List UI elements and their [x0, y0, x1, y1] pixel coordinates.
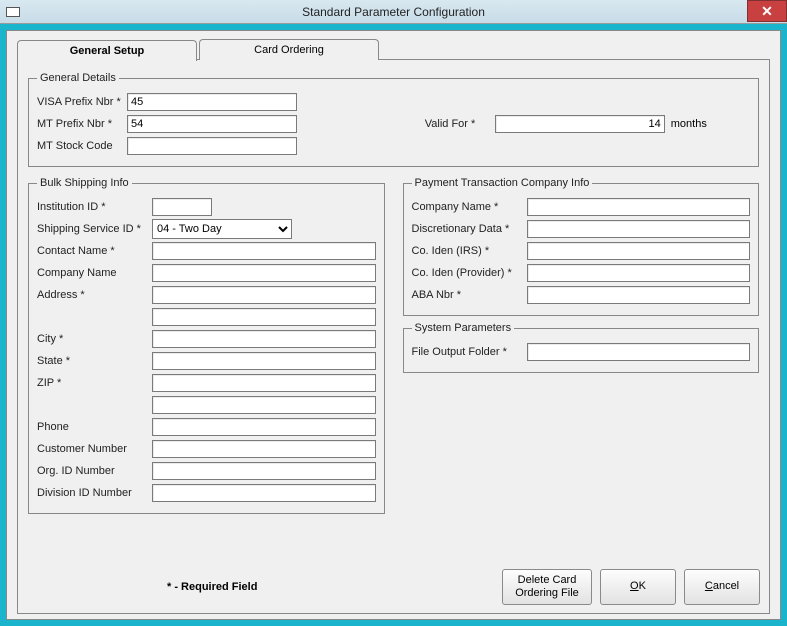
contact-name-input[interactable] — [152, 242, 376, 260]
window-title: Standard Parameter Configuration — [0, 5, 787, 19]
shipping-service-label: Shipping Service ID * — [37, 223, 152, 235]
general-details-group: General Details VISA Prefix Nbr * MT Pre… — [28, 72, 759, 167]
org-id-label: Org. ID Number — [37, 465, 152, 477]
mt-stock-input[interactable] — [127, 137, 297, 155]
aba-nbr-input[interactable] — [527, 286, 751, 304]
aba-nbr-label: ABA Nbr * — [412, 289, 527, 301]
mt-stock-label: MT Stock Code — [37, 140, 127, 152]
valid-for-input[interactable] — [495, 115, 665, 133]
co-iden-irs-label: Co. Iden (IRS) * — [412, 245, 527, 257]
valid-for-suffix: months — [671, 118, 707, 130]
institution-id-input[interactable] — [152, 198, 212, 216]
required-field-note: * - Required Field — [167, 581, 257, 593]
division-id-label: Division ID Number — [37, 487, 152, 499]
delete-card-ordering-file-button[interactable]: Delete Card Ordering File — [502, 569, 592, 605]
company-name-label: Company Name — [37, 267, 152, 279]
zip-input[interactable] — [152, 374, 376, 392]
city-input[interactable] — [152, 330, 376, 348]
co-iden-provider-input[interactable] — [527, 264, 751, 282]
file-output-folder-label: File Output Folder * — [412, 346, 527, 358]
payment-company-group: Payment Transaction Company Info Company… — [403, 177, 760, 316]
zip2-input[interactable] — [152, 396, 376, 414]
company-name-input[interactable] — [152, 264, 376, 282]
discretionary-data-label: Discretionary Data * — [412, 223, 527, 235]
address-input[interactable] — [152, 286, 376, 304]
general-details-legend: General Details — [37, 72, 119, 84]
phone-label: Phone — [37, 421, 152, 433]
shipping-service-select[interactable]: 04 - Two Day — [152, 219, 292, 239]
tab-page-general: General Details VISA Prefix Nbr * MT Pre… — [17, 59, 770, 614]
visa-prefix-input[interactable] — [127, 93, 297, 111]
address2-input[interactable] — [152, 308, 376, 326]
co-iden-provider-label: Co. Iden (Provider) * — [412, 267, 527, 279]
customer-number-input[interactable] — [152, 440, 376, 458]
state-label: State * — [37, 355, 152, 367]
bulk-shipping-legend: Bulk Shipping Info — [37, 177, 132, 189]
division-id-input[interactable] — [152, 484, 376, 502]
phone-input[interactable] — [152, 418, 376, 436]
bulk-shipping-group: Bulk Shipping Info Institution ID * Ship… — [28, 177, 385, 514]
pay-company-name-input[interactable] — [527, 198, 751, 216]
close-icon: ✕ — [761, 3, 773, 20]
zip-label: ZIP * — [37, 377, 152, 389]
cancel-button[interactable]: Cancel — [684, 569, 760, 605]
mt-prefix-input[interactable] — [127, 115, 297, 133]
system-parameters-legend: System Parameters — [412, 322, 515, 334]
ok-button[interactable]: OK — [600, 569, 676, 605]
state-input[interactable] — [152, 352, 376, 370]
org-id-input[interactable] — [152, 462, 376, 480]
tab-strip: General Setup Card Ordering — [17, 39, 770, 60]
institution-id-label: Institution ID * — [37, 201, 152, 213]
file-output-folder-input[interactable] — [527, 343, 751, 361]
tab-general-setup[interactable]: General Setup — [17, 40, 197, 61]
city-label: City * — [37, 333, 152, 345]
pay-company-name-label: Company Name * — [412, 201, 527, 213]
system-parameters-group: System Parameters File Output Folder * — [403, 322, 760, 373]
co-iden-irs-input[interactable] — [527, 242, 751, 260]
close-button[interactable]: ✕ — [747, 0, 787, 22]
visa-prefix-label: VISA Prefix Nbr * — [37, 96, 127, 108]
address-label: Address * — [37, 289, 152, 301]
contact-name-label: Contact Name * — [37, 245, 152, 257]
valid-for-label: Valid For * — [425, 118, 495, 130]
tab-card-ordering[interactable]: Card Ordering — [199, 39, 379, 60]
mt-prefix-label: MT Prefix Nbr * — [37, 118, 127, 130]
customer-number-label: Customer Number — [37, 443, 152, 455]
title-bar: Standard Parameter Configuration ✕ — [0, 0, 787, 24]
discretionary-data-input[interactable] — [527, 220, 751, 238]
payment-company-legend: Payment Transaction Company Info — [412, 177, 593, 189]
